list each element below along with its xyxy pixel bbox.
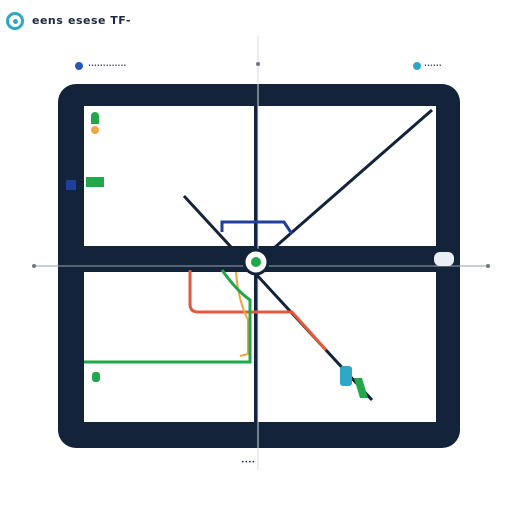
- diagonal-line-right: [257, 108, 433, 264]
- marker-cyan: [340, 366, 352, 386]
- route-green: [84, 269, 252, 364]
- side-legend-marker-top: [91, 112, 99, 124]
- footer-label: ••••: [241, 459, 256, 466]
- side-legend-blue: [66, 180, 76, 190]
- marker-green-arrow: [354, 378, 368, 398]
- route-orange: [235, 271, 249, 357]
- axis-dot-left: [32, 264, 36, 268]
- axis-dot-top: [256, 62, 260, 66]
- side-legend-green: [86, 177, 104, 187]
- center-node-inner: [251, 257, 261, 267]
- side-legend-marker-bottom: [92, 372, 100, 382]
- side-legend-marker-mid: [91, 126, 99, 134]
- axis-dot-right: [486, 264, 490, 268]
- view-toggle[interactable]: [434, 252, 454, 266]
